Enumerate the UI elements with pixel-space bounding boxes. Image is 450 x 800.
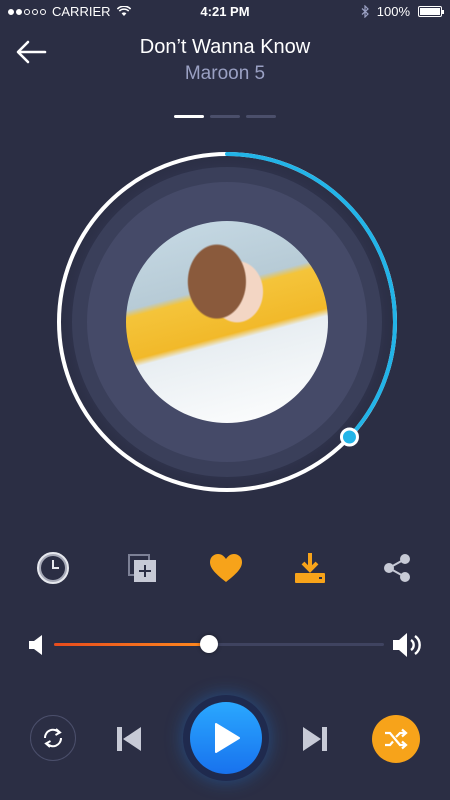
clock-icon xyxy=(37,552,69,584)
heart-icon xyxy=(210,554,242,582)
action-row xyxy=(0,548,450,588)
share-button[interactable] xyxy=(377,548,417,588)
page-indicator xyxy=(0,115,450,118)
favorite-button[interactable] xyxy=(206,548,246,588)
page-dot[interactable] xyxy=(210,115,240,118)
play-icon xyxy=(215,723,240,753)
repeat-button[interactable] xyxy=(30,715,76,761)
add-to-playlist-button[interactable] xyxy=(122,548,162,588)
album-disc xyxy=(50,145,404,499)
artist-name: Maroon 5 xyxy=(184,63,266,84)
volume-control xyxy=(24,628,428,660)
seek-handle[interactable] xyxy=(339,427,359,447)
status-right: 100% xyxy=(361,4,444,19)
bluetooth-icon xyxy=(361,5,369,18)
download-button[interactable] xyxy=(290,548,330,588)
shuffle-icon xyxy=(385,728,408,750)
status-bar: CARRIER 4:21 PM 100% xyxy=(0,0,450,22)
page-dot[interactable] xyxy=(246,115,276,118)
song-title: Don’t Wanna Know xyxy=(139,36,311,58)
repeat-icon xyxy=(43,728,63,748)
volume-level-fill xyxy=(54,643,210,646)
volume-high-icon xyxy=(393,633,421,657)
sleep-timer-button[interactable] xyxy=(33,548,73,588)
next-button[interactable] xyxy=(299,724,331,754)
arrow-left-icon xyxy=(16,40,47,64)
volume-handle[interactable] xyxy=(200,635,219,653)
previous-button[interactable] xyxy=(113,724,145,754)
shuffle-button[interactable] xyxy=(372,715,420,763)
album-art xyxy=(126,221,328,423)
page-dot[interactable] xyxy=(174,115,204,118)
battery-icon xyxy=(418,6,444,17)
download-icon xyxy=(295,553,325,583)
play-button[interactable] xyxy=(183,695,269,781)
add-to-playlist-icon xyxy=(128,554,156,582)
skip-previous-icon xyxy=(117,727,141,751)
share-icon xyxy=(384,554,410,582)
volume-low-icon xyxy=(29,635,42,655)
play-button-inner xyxy=(190,702,262,774)
skip-next-icon xyxy=(303,727,327,751)
volume-slider[interactable] xyxy=(54,635,384,653)
playback-controls xyxy=(0,695,450,782)
battery-percent: 100% xyxy=(376,4,410,19)
back-button[interactable] xyxy=(14,38,50,68)
